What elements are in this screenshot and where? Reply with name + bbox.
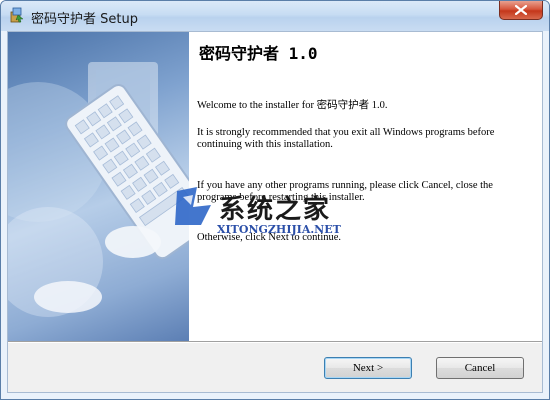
side-banner-image <box>8 32 189 341</box>
window-title: 密码守护者 Setup <box>31 12 138 27</box>
close-button[interactable] <box>499 1 543 20</box>
page-title: 密码守护者 1.0 <box>199 44 318 63</box>
watermark-brand: 系统之家 <box>219 195 332 225</box>
watermark-url: XITONGZHIJIA.NET <box>217 223 341 236</box>
title-bar[interactable]: 密码守护者 Setup <box>1 1 549 31</box>
setup-window: 密码守护者 Setup 密码守护者 1.0 Welcome to the ins… <box>0 0 550 400</box>
next-button[interactable]: Next > <box>324 357 412 379</box>
welcome-text: Welcome to the installer for 密码守护者 1.0. <box>197 100 388 111</box>
cancel-button[interactable]: Cancel <box>436 357 524 379</box>
close-icon <box>515 5 527 15</box>
watermark-logo: 系统之家 XITONGZHIJIA.NET <box>171 183 381 245</box>
button-divider <box>8 341 542 343</box>
recommendation-text: It is strongly recommended that you exit… <box>197 127 495 150</box>
installer-icon[interactable] <box>9 7 25 23</box>
